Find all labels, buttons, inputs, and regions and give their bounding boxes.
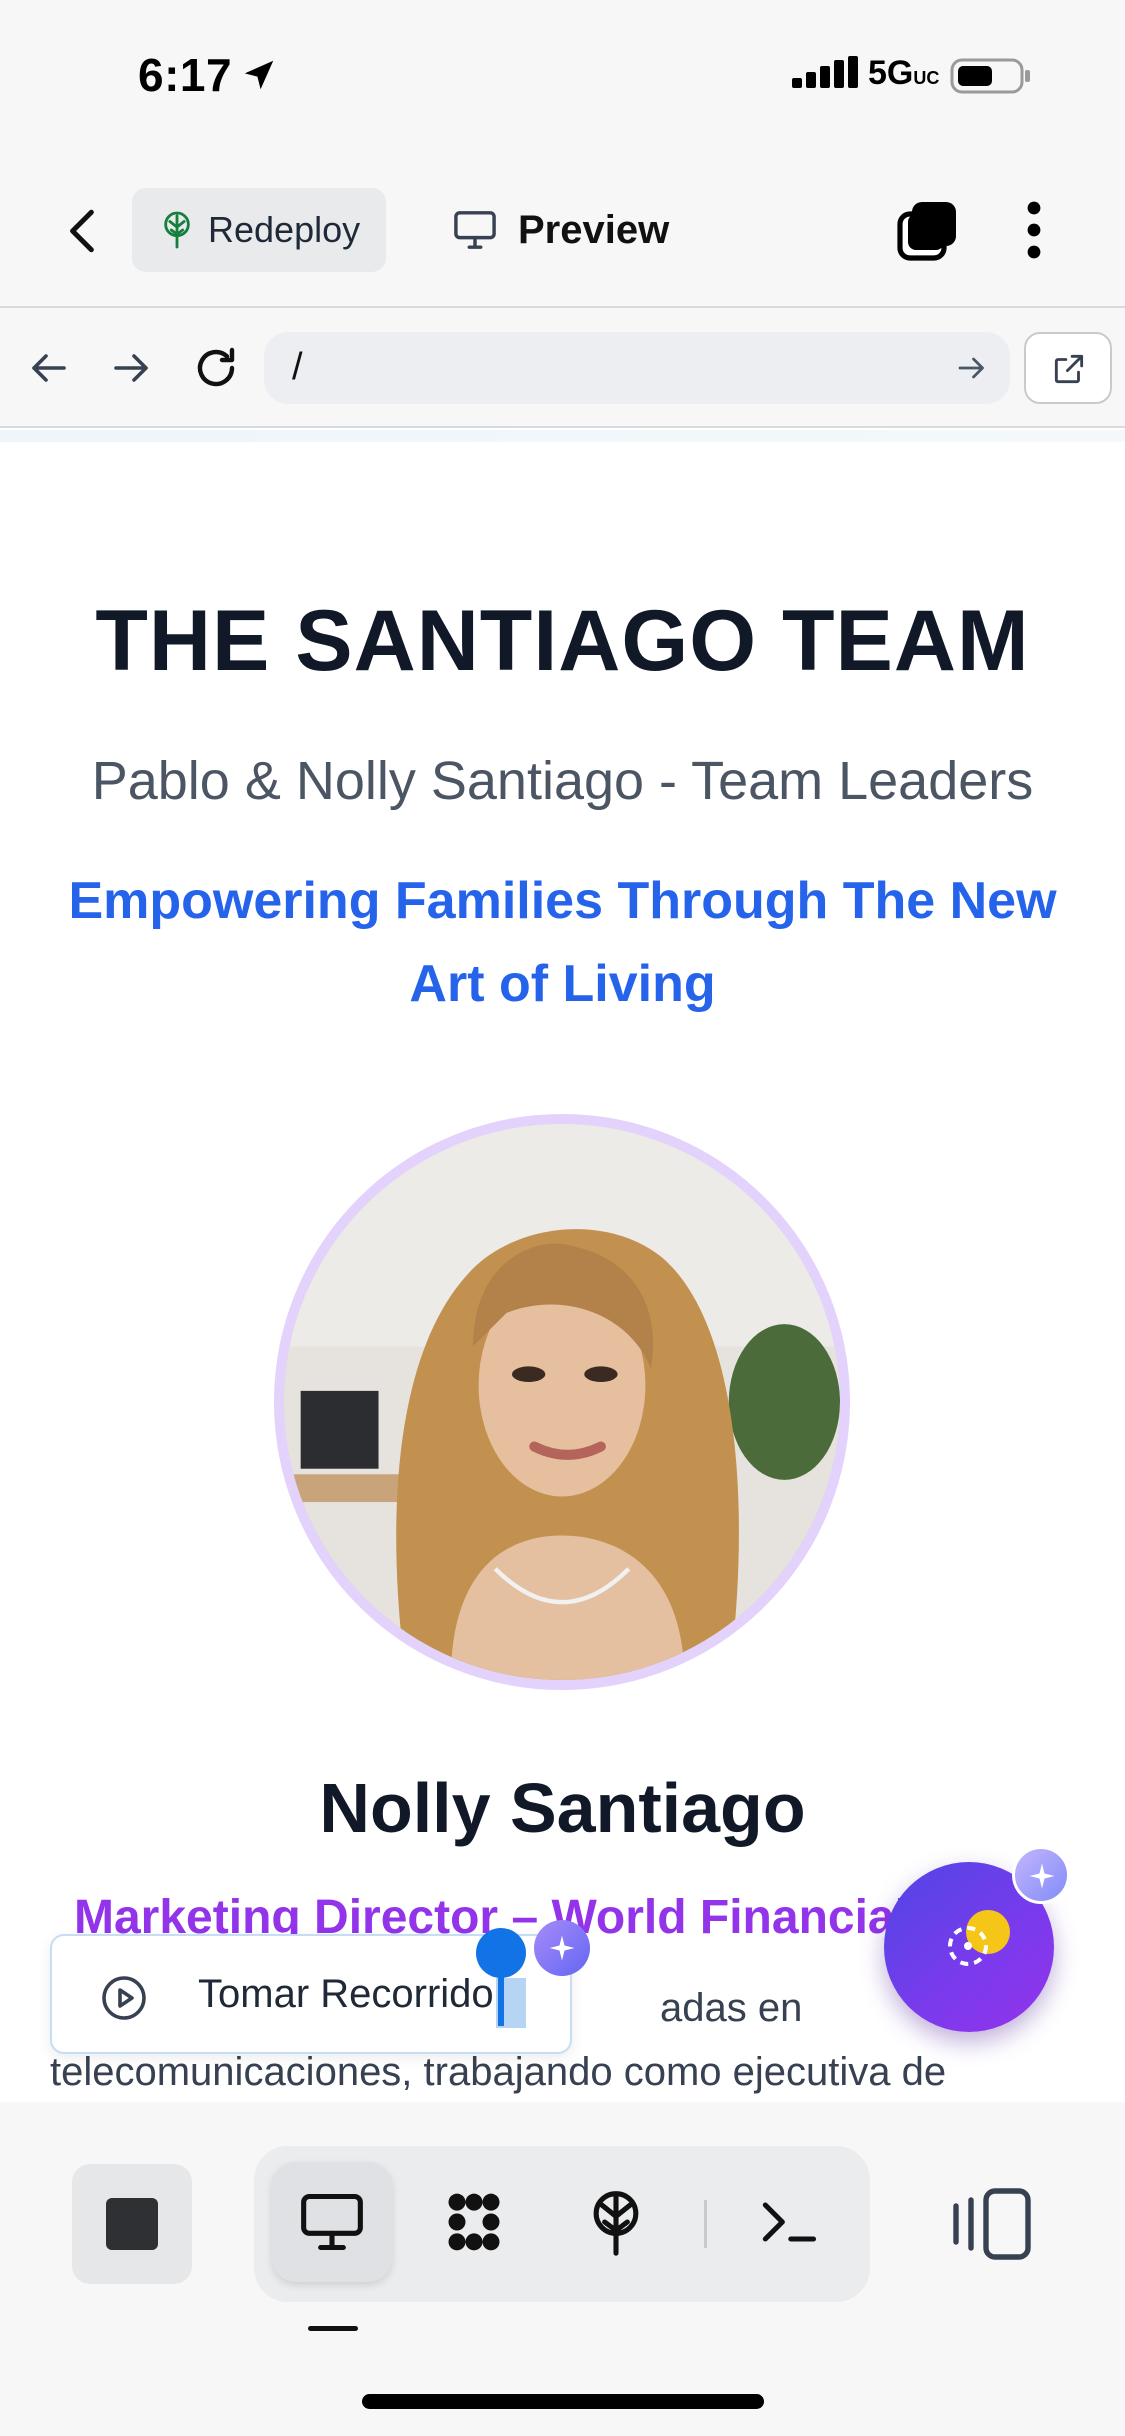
home-indicator: [362, 2394, 764, 2409]
assistant-sparkle-badge: [1012, 1846, 1070, 1904]
external-link-icon: [1054, 354, 1084, 384]
preview-label: Preview: [518, 207, 670, 252]
member-bio-line-2: telecomunicaciones, trabajando como ejec…: [50, 2050, 947, 2094]
go-arrow-icon[interactable]: [954, 350, 990, 386]
page-title: THE SANTIAGO TEAM: [95, 593, 1030, 689]
more-options-icon[interactable]: [1012, 198, 1056, 262]
view-mode-group: [254, 2146, 870, 2302]
loading-strip: [0, 430, 1125, 442]
mode-terminal-button[interactable]: [728, 2162, 848, 2282]
url-bar-row: /: [0, 308, 1125, 428]
take-tour-label: Tomar Recorrido: [198, 1972, 494, 2016]
mode-integrations-button[interactable]: [414, 2162, 534, 2282]
ai-sparkle-badge[interactable]: [534, 1920, 590, 1976]
redeploy-button[interactable]: Redeploy: [132, 188, 386, 272]
page-subtitle: Pablo & Nolly Santiago - Team Leaders: [91, 751, 1034, 811]
member-avatar: [274, 1114, 850, 1690]
open-external-button[interactable]: [1024, 332, 1112, 404]
active-mode-indicator: [308, 2326, 358, 2331]
stop-icon: [106, 2198, 158, 2250]
monitor-icon: [301, 2193, 363, 2251]
bottom-toolbar: [0, 2102, 1125, 2436]
assistant-icon: [948, 1926, 988, 1966]
sparkle-icon: [549, 1935, 575, 1961]
url-text: /: [292, 346, 303, 388]
preview-content: THE SANTIAGO TEAM Pablo & Nolly Santiago…: [0, 442, 1125, 2102]
redeploy-label: Redeploy: [208, 209, 361, 250]
battery-icon: [950, 58, 1030, 94]
location-arrow-icon: [244, 60, 274, 90]
reload-icon[interactable]: [192, 344, 240, 392]
device-toggle-icon[interactable]: [950, 2188, 1034, 2260]
deploy-tree-icon: [164, 211, 190, 249]
network-label: 5GUC: [868, 54, 940, 92]
tagline: Empowering Families Through The New Art …: [68, 872, 1057, 1013]
portrait-photo: [284, 1124, 840, 1680]
selection-handle[interactable]: [476, 1928, 526, 1978]
deploy-icon: [593, 2191, 639, 2256]
integrations-icon: [448, 2193, 500, 2251]
monitor-icon: [454, 211, 496, 249]
status-time: 6:17: [138, 49, 233, 101]
status-bar: 6:17 5GUC: [0, 0, 1125, 150]
mode-preview-button[interactable]: [272, 2162, 392, 2282]
member-bio-line-1: adas en: [660, 1986, 803, 2030]
mode-deploy-button[interactable]: [556, 2162, 676, 2282]
nav-forward-icon[interactable]: [108, 344, 156, 392]
url-input[interactable]: /: [264, 332, 1010, 404]
nav-back-icon[interactable]: [24, 344, 72, 392]
member-name: Nolly Santiago: [319, 1769, 806, 1847]
app-toolbar: Redeploy Preview: [0, 150, 1125, 308]
play-circle-icon: [102, 1976, 146, 2020]
back-chevron-icon[interactable]: [58, 204, 108, 258]
sparkle-icon: [1029, 1863, 1055, 1889]
stop-button[interactable]: [72, 2164, 192, 2284]
mode-separator: [704, 2200, 707, 2248]
terminal-icon: [762, 2202, 817, 2242]
preview-button[interactable]: Preview: [452, 188, 669, 272]
signal-icon: [792, 56, 858, 88]
tabs-icon[interactable]: [896, 198, 960, 262]
